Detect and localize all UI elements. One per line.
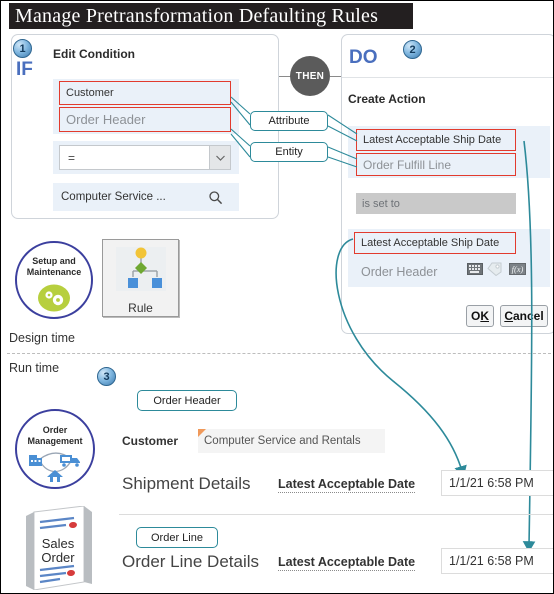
order-management-icon: Order Management (15, 409, 95, 489)
gears-icon (37, 282, 71, 312)
runtime-customer-field[interactable]: Computer Service and Rentals (198, 429, 385, 453)
screenshot-root: Manage Pretransformation Defaulting Rule… (0, 0, 554, 594)
condition-entity-field[interactable]: Order Header (59, 107, 231, 132)
rule-icon-label: Rule (128, 301, 153, 315)
supply-chain-icon (27, 449, 83, 483)
shipment-date-field[interactable]: 1/1/21 6:58 PM (441, 470, 553, 496)
ok-button[interactable]: OK (466, 305, 494, 327)
step-badge-1: 1 (13, 39, 32, 58)
condition-entity-value: Order Header (66, 112, 146, 127)
step-badge-2: 2 (403, 40, 422, 59)
chevron-down-icon[interactable] (209, 146, 230, 169)
lookup-value: Computer Service ... (61, 191, 166, 203)
then-node: THEN (290, 56, 330, 96)
tag-icon[interactable] (487, 262, 502, 276)
callout-attribute: Attribute (250, 111, 328, 131)
shipment-date-value: 1/1/21 6:58 PM (449, 476, 534, 490)
svg-text:f(x): f(x) (512, 264, 524, 274)
keyboard-icon[interactable] (467, 263, 483, 275)
runtime-order-line-label: Order Line (151, 531, 203, 544)
runtime-section-divider (119, 514, 553, 515)
ok-button-label: OK (470, 309, 489, 323)
action-entity-value: Order Fulfill Line (363, 157, 452, 172)
cancel-button-label: Cancel (504, 309, 544, 323)
order-line-date-field[interactable]: 1/1/21 6:58 PM (441, 548, 553, 574)
action-value-attribute-field[interactable]: Latest Acceptable Ship Date (354, 232, 516, 254)
rule-flow-icon (103, 240, 178, 301)
step-badge-3: 3 (97, 367, 116, 386)
then-label: THEN (295, 70, 325, 82)
operator-value: = (68, 150, 76, 165)
page-title: Manage Pretransformation Defaulting Rule… (15, 4, 379, 27)
condition-attribute-field[interactable]: Customer (59, 81, 231, 105)
runtime-customer-value: Computer Service and Rentals (204, 435, 361, 447)
runtime-customer-label: Customer (122, 434, 179, 448)
if-keyword: IF (16, 59, 33, 80)
action-value-attribute: Latest Acceptable Ship Date (361, 237, 500, 249)
phase-divider (7, 353, 551, 354)
om-icon-line1: Order (42, 425, 68, 435)
runtime-order-header-label: Order Header (153, 394, 221, 407)
setup-icon-line1: Setup and (32, 256, 76, 266)
order-line-details-label: Order Line Details (122, 552, 260, 571)
order-line-date-value: 1/1/21 6:58 PM (449, 554, 534, 568)
condition-attribute-value: Customer (66, 87, 114, 99)
setup-icon-line2: Maintenance (26, 267, 82, 277)
runtime-order-header-tag: Order Header (137, 390, 237, 411)
rule-icon[interactable]: Rule (102, 239, 179, 317)
action-entity-field[interactable]: Order Fulfill Line (356, 153, 516, 176)
cancel-button[interactable]: Cancel (500, 305, 548, 327)
action-operator-field: is set to (356, 193, 516, 214)
runtime-order-line-tag: Order Line (136, 527, 218, 548)
lookup-field-group[interactable]: Computer Service ... (53, 183, 239, 211)
callout-attribute-label: Attribute (268, 115, 310, 127)
edit-condition-heading: Edit Condition (53, 47, 135, 61)
sales-order-icon: Sales Order (26, 506, 98, 590)
setup-and-maintenance-icon: Setup and Maintenance (15, 241, 93, 319)
do-card-divider (342, 77, 553, 78)
action-attribute-field[interactable]: Latest Acceptable Ship Date (356, 129, 516, 151)
create-action-heading: Create Action (348, 92, 426, 106)
shipment-details-label: Shipment Details (122, 474, 251, 493)
svg-text:Sales: Sales (42, 536, 75, 551)
run-time-label: Run time (9, 361, 60, 375)
function-fx-icon[interactable]: f(x) (509, 263, 526, 275)
svg-text:Order: Order (41, 550, 75, 565)
do-keyword: DO (349, 47, 378, 68)
om-icon-line2: Management (27, 436, 83, 446)
shipment-date-label: Latest Acceptable Date (278, 477, 416, 493)
design-time-label: Design time (9, 331, 75, 345)
magnifier-icon[interactable] (208, 190, 223, 205)
page-title-banner: Manage Pretransformation Defaulting Rule… (9, 3, 413, 29)
action-value-entity: Order Header (361, 265, 438, 279)
callout-entity-label: Entity (275, 146, 303, 158)
do-action-card (341, 34, 553, 334)
action-operator-text: is set to (362, 197, 400, 210)
action-attribute-value: Latest Acceptable Ship Date (363, 134, 502, 146)
callout-entity: Entity (250, 142, 328, 162)
required-marker-icon (198, 429, 206, 437)
operator-select[interactable]: = (59, 145, 231, 170)
order-line-date-label: Latest Acceptable Date (278, 555, 416, 571)
